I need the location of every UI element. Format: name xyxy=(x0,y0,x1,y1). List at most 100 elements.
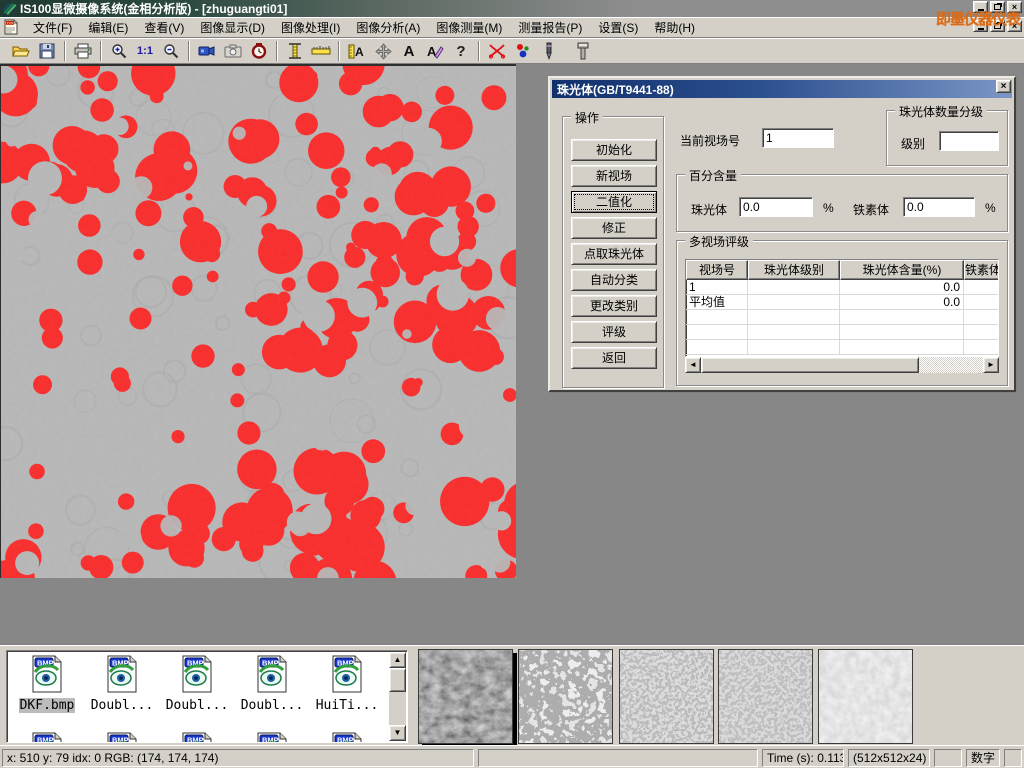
bmp-file-icon xyxy=(327,654,367,694)
rating-table[interactable]: 视场号 珠光体级别 珠光体含量(%) 铁素体含量(%) 1 0.0 平均值 0.… xyxy=(685,259,999,357)
new-field-button[interactable]: 新视场 xyxy=(571,165,657,187)
file-item[interactable] xyxy=(161,731,233,743)
grade-input[interactable] xyxy=(939,131,999,151)
table-row[interactable]: 1 0.0 xyxy=(686,280,998,295)
scroll-right-arrow-icon[interactable]: ► xyxy=(983,357,999,373)
menu-help[interactable]: 帮助(H) xyxy=(646,17,703,38)
current-field-input[interactable]: 1 xyxy=(762,128,834,148)
dialog-title-bar[interactable]: 珠光体(GB/T9441-88) xyxy=(552,80,1012,98)
current-field-label: 当前视场号 xyxy=(680,132,740,149)
menu-bar: DOC 文件(F) 编辑(E) 查看(V) 图像显示(D) 图像处理(I) 图像… xyxy=(0,17,1024,38)
binarize-button[interactable]: 二值化 xyxy=(571,191,657,213)
scroll-left-arrow-icon[interactable]: ◄ xyxy=(685,357,701,373)
table-horizontal-scrollbar[interactable]: ◄ ► xyxy=(685,357,999,373)
file-item[interactable]: Doubl... xyxy=(161,654,233,713)
menu-view[interactable]: 查看(V) xyxy=(136,17,192,38)
table-row[interactable]: 平均值 0.0 xyxy=(686,295,998,310)
video-capture-button[interactable] xyxy=(194,40,220,62)
pearlite-percent-input[interactable]: 0.0 xyxy=(739,197,813,217)
ruler-text-icon: A xyxy=(348,43,366,59)
zoom-out-button[interactable] xyxy=(158,40,184,62)
scroll-up-arrow-icon[interactable]: ▲ xyxy=(389,652,406,668)
printer-icon xyxy=(74,43,92,59)
delete-measurement-button[interactable] xyxy=(484,40,510,62)
thumbnail-3[interactable] xyxy=(619,649,714,744)
multifield-group: 多视场评级 视场号 珠光体级别 珠光体含量(%) 铁素体含量(%) 1 0.0 … xyxy=(676,240,1008,386)
menu-image-processing[interactable]: 图像处理(I) xyxy=(273,17,348,38)
header-ferrite-pct: 铁素体含量(%) xyxy=(964,260,999,280)
file-item[interactable] xyxy=(11,731,83,743)
bmp-file-icon xyxy=(177,731,217,743)
scroll-down-arrow-icon[interactable]: ▼ xyxy=(389,725,406,741)
return-button[interactable]: 返回 xyxy=(571,347,657,369)
menu-settings[interactable]: 设置(S) xyxy=(590,17,646,38)
file-item[interactable] xyxy=(86,731,158,743)
lamp-button[interactable] xyxy=(570,40,596,62)
status-image-size: (512x512x24) xyxy=(848,749,930,767)
scrollbar-thumb[interactable] xyxy=(701,357,919,373)
scrollbar-thumb[interactable] xyxy=(389,668,406,692)
menu-edit[interactable]: 编辑(E) xyxy=(80,17,136,38)
document-icon[interactable]: DOC xyxy=(3,19,19,35)
menu-measure-report[interactable]: 测量报告(P) xyxy=(510,17,590,38)
file-item[interactable] xyxy=(311,731,383,743)
status-spacer xyxy=(478,749,758,767)
file-list-scrollbar[interactable]: ▲ ▼ xyxy=(389,652,406,741)
auto-classify-button[interactable]: 自动分类 xyxy=(571,269,657,291)
bmp-file-icon xyxy=(177,654,217,694)
pick-pearlite-button[interactable]: 点取珠光体 xyxy=(571,243,657,265)
menu-file[interactable]: 文件(F) xyxy=(25,17,80,38)
file-item[interactable]: DKF.bmp xyxy=(11,654,83,713)
grade-group-label: 珠光体数量分级 xyxy=(895,103,987,120)
pan-button[interactable] xyxy=(370,40,396,62)
vertical-caliper-icon xyxy=(288,42,302,60)
file-name: Doubl... xyxy=(165,698,230,713)
menu-image-display[interactable]: 图像显示(D) xyxy=(192,17,273,38)
file-listbox[interactable]: DKF.bmp Doubl... Doubl... Doubl... HuiTi… xyxy=(6,650,408,743)
zoom-in-button[interactable] xyxy=(106,40,132,62)
photo-camera-icon xyxy=(224,44,242,58)
file-item[interactable] xyxy=(236,731,308,743)
help-button[interactable]: ? xyxy=(448,40,474,62)
open-button[interactable] xyxy=(8,40,34,62)
file-item[interactable]: Doubl... xyxy=(236,654,308,713)
text-style-button[interactable]: A xyxy=(422,40,448,62)
text-style-icon: A xyxy=(426,43,444,59)
thumbnail-1[interactable] xyxy=(418,649,513,744)
thumbnail-5[interactable] xyxy=(818,649,913,744)
snapshot-button[interactable] xyxy=(220,40,246,62)
menu-image-analysis[interactable]: 图像分析(A) xyxy=(348,17,428,38)
color-classify-button[interactable] xyxy=(510,40,536,62)
print-button[interactable] xyxy=(70,40,96,62)
grade-group: 珠光体数量分级 级别 xyxy=(886,110,1008,166)
status-bar: x: 510 y: 79 idx: 0 RGB: (174, 174, 174)… xyxy=(0,745,1024,768)
bmp-file-icon xyxy=(327,731,367,743)
timer-button[interactable] xyxy=(246,40,272,62)
file-item[interactable]: HuiTi... xyxy=(311,654,383,713)
file-item[interactable]: Doubl... xyxy=(86,654,158,713)
close-icon: × xyxy=(1001,81,1007,92)
toolbar-separator xyxy=(338,41,340,61)
operations-group: 操作 初始化 新视场 二值化 修正 点取珠光体 自动分类 更改类别 评级 返回 xyxy=(562,116,664,388)
thumbnail-2[interactable] xyxy=(518,649,613,744)
dialog-close-button[interactable]: × xyxy=(996,80,1011,93)
save-floppy-icon xyxy=(39,43,55,59)
toolbar-separator xyxy=(478,41,480,61)
initialize-button[interactable]: 初始化 xyxy=(571,139,657,161)
micrograph-image[interactable] xyxy=(0,64,516,578)
caliper-button[interactable] xyxy=(282,40,308,62)
thumbnail-4[interactable] xyxy=(718,649,813,744)
ruler-button[interactable] xyxy=(308,40,334,62)
correct-button[interactable]: 修正 xyxy=(571,217,657,239)
save-button[interactable] xyxy=(34,40,60,62)
text-annotate-button[interactable]: A xyxy=(396,40,422,62)
measure-text-button[interactable]: A xyxy=(344,40,370,62)
horizontal-ruler-icon xyxy=(311,45,331,57)
ferrite-percent-input[interactable]: 0.0 xyxy=(903,197,975,217)
rate-button[interactable]: 评级 xyxy=(571,321,657,343)
zoom-out-icon xyxy=(163,43,179,59)
pen-probe-button[interactable] xyxy=(536,40,562,62)
menu-image-measure[interactable]: 图像测量(M) xyxy=(428,17,510,38)
actual-size-button[interactable]: 1:1 xyxy=(132,40,158,62)
change-class-button[interactable]: 更改类别 xyxy=(571,295,657,317)
